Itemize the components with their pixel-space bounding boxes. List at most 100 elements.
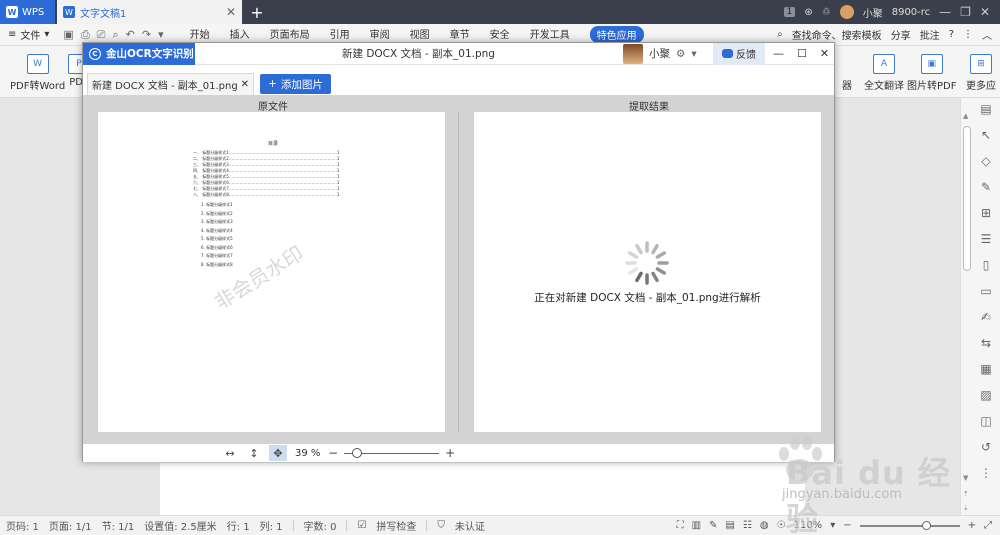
chevron-down-icon[interactable]: ▾ (691, 48, 696, 60)
pan-icon[interactable]: ✥ (269, 445, 287, 461)
save-icon[interactable]: ▣ (63, 28, 73, 42)
pane-divider[interactable] (458, 112, 459, 432)
tab-view[interactable]: 视图 (410, 26, 430, 43)
web-view-icon[interactable]: ◍ (760, 520, 769, 531)
dialog-zoom-in-button[interactable]: + (445, 446, 455, 460)
shirt-icon[interactable]: ♲ (822, 7, 831, 18)
add-image-button[interactable]: + 添加图片 (260, 74, 331, 94)
fit-width-icon[interactable]: ↔ (221, 445, 239, 461)
undo-icon[interactable]: ↶ (126, 28, 135, 42)
feedback-label: 反馈 (736, 50, 756, 61)
share-icon[interactable]: ⇆ (979, 336, 993, 350)
certification-label[interactable]: 未认证 (455, 518, 485, 533)
backup-icon[interactable]: ◫ (979, 414, 993, 428)
file-menu[interactable]: ≡ 文件 ▾ (0, 27, 57, 42)
command-search[interactable]: 查找命令、搜索模板 (792, 27, 882, 42)
page-view-icon[interactable]: ▤ (725, 520, 734, 531)
collapse-ribbon-icon[interactable]: ︿ (982, 27, 992, 42)
fit-icon[interactable]: ⤢ (984, 520, 992, 531)
outline-view-icon[interactable]: ☷ (743, 520, 752, 531)
document-icon[interactable]: ▯ (979, 258, 993, 272)
reading-mode-icon[interactable]: ▥ (692, 520, 701, 531)
export-pdf-icon[interactable]: ⎙ (81, 28, 90, 42)
source-pane[interactable]: 目录 一、 标题分级样式1………………………………………………………………………… (98, 112, 445, 432)
avatar[interactable] (623, 43, 643, 64)
dialog-minimize-button[interactable]: — (773, 47, 784, 60)
edit-icon[interactable]: ✍ (979, 310, 993, 324)
fullscreen-icon[interactable]: ⛶ (677, 520, 684, 531)
close-icon[interactable]: ✕ (241, 79, 249, 90)
more-sidebar-icon[interactable]: ⋮ (979, 466, 993, 480)
archive-icon[interactable]: ▦ (979, 362, 993, 376)
fit-height-icon[interactable]: ↕ (245, 445, 263, 461)
image-to-pdf-button[interactable]: ▣ 图片转PDF (907, 54, 956, 92)
property-icon[interactable]: ✎ (979, 180, 993, 194)
page-code[interactable]: 页码: 1 (6, 518, 39, 533)
preview-icon[interactable]: ⌕ (112, 28, 118, 42)
tab-developer[interactable]: 开发工具 (530, 26, 570, 43)
feedback-button[interactable]: 反馈 (713, 42, 765, 65)
page-count[interactable]: 页面: 1/1 (49, 518, 92, 533)
close-tab-icon[interactable]: ✕ (226, 5, 236, 19)
table-icon[interactable]: ⊞ (979, 206, 993, 220)
word-count[interactable]: 字数: 0 (304, 518, 337, 533)
more-icon[interactable]: ⋮ (963, 29, 973, 40)
scrollbar-thumb[interactable] (963, 126, 971, 271)
tab-security[interactable]: 安全 (490, 26, 510, 43)
help-button[interactable]: ? (949, 29, 954, 40)
username-label[interactable]: 小聚 (863, 5, 883, 20)
list-icon[interactable]: ☰ (979, 232, 993, 246)
tab-special-apps[interactable]: 特色应用 (589, 26, 644, 43)
comment-button[interactable]: 批注 (920, 27, 940, 42)
shield-icon[interactable]: ⛉ (437, 520, 445, 531)
tab-insert[interactable]: 插入 (230, 26, 250, 43)
full-translate-button[interactable]: A 全文翻译 (864, 54, 904, 92)
spellcheck-label[interactable]: 拼写检查 (376, 518, 416, 533)
skin-icon[interactable]: ⊛ (804, 7, 812, 18)
file-tab[interactable]: 新建 DOCX 文档 - 副本_01.png ✕ (87, 73, 255, 95)
customize-icon[interactable]: ▾ (158, 28, 164, 42)
tab-page-layout[interactable]: 页面布局 (270, 26, 310, 43)
dialog-zoom-slider[interactable] (344, 447, 440, 458)
history-icon[interactable]: ↺ (979, 440, 993, 454)
document-page[interactable] (160, 463, 805, 515)
tab-section[interactable]: 章节 (450, 26, 470, 43)
styles-icon[interactable]: ▤ (979, 102, 993, 116)
section-info[interactable]: 节: 1/1 (102, 518, 135, 533)
image-icon[interactable]: ▨ (979, 388, 993, 402)
new-tab-button[interactable]: + (242, 0, 272, 24)
tab-review[interactable]: 审阅 (370, 26, 390, 43)
scroll-up-icon[interactable]: ▲ (963, 112, 968, 120)
user-avatar[interactable] (839, 5, 854, 19)
dialog-zoom-knob[interactable] (352, 447, 363, 458)
setting-value[interactable]: 设置值: 2.5厘米 (144, 518, 216, 533)
select-icon[interactable]: ↖ (979, 128, 993, 142)
tab-home[interactable]: 开始 (190, 26, 210, 43)
dialog-zoom-out-button[interactable]: − (328, 446, 338, 460)
close-window-button[interactable]: ✕ (980, 5, 990, 19)
print-icon[interactable]: ⎚ (97, 28, 106, 42)
dialog-close-button[interactable]: ✕ (820, 47, 829, 60)
tab-references[interactable]: 引用 (330, 26, 350, 43)
search-icon[interactable]: ⌕ (777, 29, 783, 40)
wps-home-tab[interactable]: W WPS (0, 0, 55, 24)
maximize-button[interactable]: ❐ (960, 5, 971, 19)
shapes-icon[interactable]: ◇ (979, 154, 993, 168)
resume-icon[interactable]: ▭ (979, 284, 993, 298)
pdf-to-word-button[interactable]: W PDF转Word (10, 54, 65, 92)
redo-icon[interactable]: ↷ (142, 28, 151, 42)
row-info: 行: 1 (226, 522, 250, 533)
dialog-maximize-button[interactable]: ☐ (797, 47, 807, 60)
eye-protect-icon[interactable]: ☉ (777, 520, 786, 531)
spellcheck-icon[interactable]: ☑ (357, 520, 366, 531)
edit-mode-icon[interactable]: ✎ (709, 520, 717, 531)
tool-button[interactable]: 器 (836, 54, 858, 92)
dialog-username[interactable]: 小聚 (649, 46, 670, 61)
document-tab[interactable]: W 文字文稿1 ✕ (57, 0, 242, 24)
more-apps-button[interactable]: ⊞ 更多应 (966, 54, 996, 92)
minimize-button[interactable]: — (939, 5, 951, 19)
window-count-badge[interactable]: 1 (783, 7, 796, 17)
dialog-user[interactable]: 小聚 ⚙ ▾ (623, 43, 697, 64)
share-button[interactable]: 分享 (891, 27, 911, 42)
settings-icon[interactable]: ⚙ (676, 48, 685, 60)
